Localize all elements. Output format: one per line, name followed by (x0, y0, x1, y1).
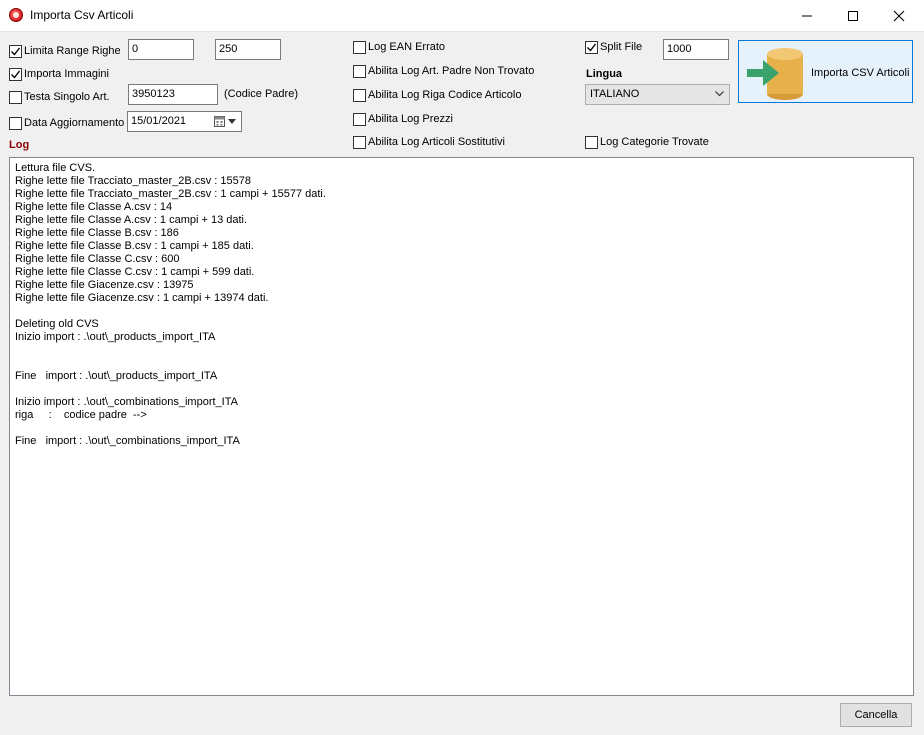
lingua-select[interactable]: ITALIANO (585, 84, 730, 105)
cancel-button[interactable]: Cancella (840, 703, 912, 727)
log-riga-label: Abilita Log Riga Codice Articolo (368, 89, 522, 101)
log-sostitutivi-label: Abilita Log Articoli Sostitutivi (368, 136, 505, 148)
close-icon (893, 10, 905, 21)
data-aggiornamento-checkbox[interactable] (9, 117, 22, 130)
log-line: Fine import : .\out\_products_import_ITA (15, 370, 218, 382)
lingua-selected: ITALIANO (590, 88, 640, 100)
split-file-input[interactable]: 1000 (663, 39, 729, 60)
log-categorie-checkbox[interactable] (585, 136, 598, 149)
importa-immagini-checkbox[interactable] (9, 68, 22, 81)
log-line: Righe lette file Tracciato_master_2B.csv… (15, 175, 252, 187)
log-line: Deleting old CVS (15, 318, 99, 330)
split-file-label: Split File (600, 41, 643, 53)
date-value: 15/01/2021 (131, 115, 187, 127)
minimize-button[interactable] (784, 0, 830, 31)
import-csv-label: Importa CSV Articoli (811, 67, 910, 79)
log-line: Righe lette file Giacenze.csv : 13975 (15, 279, 194, 291)
testa-singolo-label: Testa Singolo Art. (24, 91, 110, 103)
log-ean-checkbox[interactable] (353, 41, 366, 54)
codice-padre-note: (Codice Padre) (224, 88, 298, 100)
log-lines: Lettura file CVS. Righe lette file Tracci… (15, 162, 326, 448)
split-file-checkbox[interactable] (585, 41, 598, 54)
log-line: Righe lette file Classe A.csv : 1 campi … (15, 214, 248, 226)
log-padre-checkbox[interactable] (353, 65, 366, 78)
log-line: Righe lette file Classe C.csv : 600 (15, 253, 180, 265)
import-csv-button[interactable]: Importa CSV Articoli (738, 40, 913, 103)
importa-immagini-label: Importa Immagini (24, 68, 109, 80)
log-line: Righe lette file Tracciato_master_2B.csv… (15, 188, 326, 200)
log-line: Righe lette file Classe C.csv : 1 campi … (15, 266, 255, 278)
log-line: Lettura file CVS. (15, 162, 96, 174)
check-icon (587, 43, 597, 52)
range-to-input[interactable]: 250 (215, 39, 281, 60)
database-import-icon (747, 48, 803, 100)
window-title: Importa Csv Articoli (30, 8, 134, 22)
log-sostitutivi-checkbox[interactable] (353, 136, 366, 149)
log-line: Righe lette file Classe A.csv : 14 (15, 201, 173, 213)
log-padre-label: Abilita Log Art. Padre Non Trovato (368, 65, 535, 77)
log-title: Log (9, 139, 30, 151)
chevron-down-icon (715, 91, 724, 97)
log-prezzi-label: Abilita Log Prezzi (368, 113, 453, 125)
limita-range-checkbox[interactable] (9, 45, 22, 58)
app-icon (9, 8, 23, 22)
data-aggiornamento-label: Data Aggiornamento (24, 117, 125, 129)
log-line: Inizio import : .\out\_products_import_I… (15, 331, 216, 343)
log-prezzi-checkbox[interactable] (353, 113, 366, 126)
log-ean-label: Log EAN Errato (368, 41, 446, 53)
check-icon (11, 47, 21, 56)
minimize-icon (802, 15, 812, 16)
codice-padre-input[interactable]: 3950123 (128, 84, 218, 105)
lingua-label: Lingua (586, 68, 623, 80)
log-line: riga : codice padre --> (15, 409, 147, 421)
log-categorie-label: Log Categorie Trovate (600, 136, 709, 148)
log-line: Righe lette file Giacenze.csv : 1 campi … (15, 292, 269, 304)
close-button[interactable] (876, 0, 922, 31)
maximize-button[interactable] (830, 0, 876, 31)
maximize-icon (848, 10, 858, 21)
log-textarea[interactable]: Lettura file CVS. Righe lette file Tracci… (9, 157, 914, 696)
limita-range-label: Limita Range Righe (24, 45, 121, 57)
log-line: Inizio import : .\out\_combinations_impo… (15, 396, 238, 408)
log-line: Righe lette file Classe B.csv : 1 campi … (15, 240, 254, 252)
range-from-input[interactable]: 0 (128, 39, 194, 60)
log-riga-checkbox[interactable] (353, 89, 366, 102)
testa-singolo-checkbox[interactable] (9, 91, 22, 104)
log-line: Fine import : .\out\_combinations_import… (15, 435, 240, 447)
log-line: Righe lette file Classe B.csv : 186 (15, 227, 179, 239)
calendar-icon[interactable] (214, 115, 238, 131)
check-icon (11, 70, 21, 79)
